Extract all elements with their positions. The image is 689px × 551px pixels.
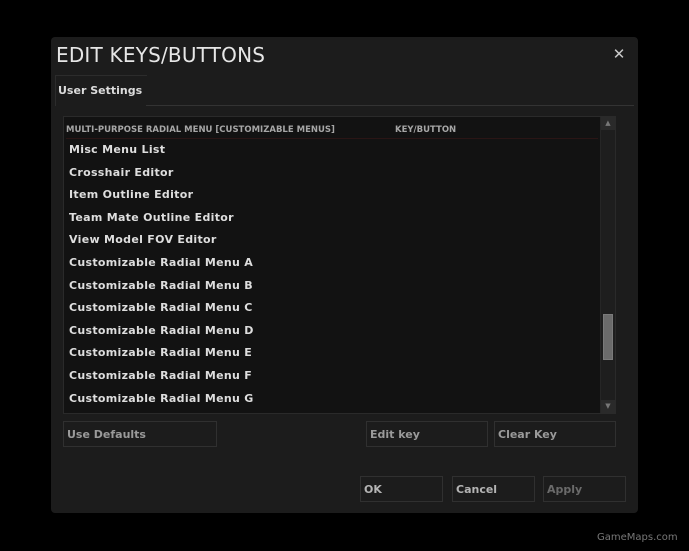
list-item[interactable]: Customizable Radial Menu B [64, 276, 600, 299]
key-binding-list: MULTI-PURPOSE RADIAL MENU [CUSTOMIZABLE … [63, 116, 616, 414]
apply-button[interactable]: Apply [543, 476, 626, 502]
cancel-label: Cancel [456, 483, 498, 496]
list-item-name: Item Outline Editor [69, 188, 194, 202]
edit-key-label: Edit key [370, 428, 420, 441]
list-item[interactable]: Customizable Radial Menu G [64, 389, 600, 412]
list-item-name: Team Mate Outline Editor [69, 210, 234, 224]
list-item[interactable]: Customizable Radial Menu E [64, 343, 600, 366]
list-item-name: Customizable Radial Menu C [69, 301, 253, 315]
list-item[interactable]: Crosshair Editor [64, 163, 600, 186]
cancel-button[interactable]: Cancel [452, 476, 535, 502]
close-icon: ✕ [612, 45, 626, 63]
list-item[interactable]: Customizable Radial Menu F [64, 366, 600, 389]
clear-key-button[interactable]: Clear Key [494, 421, 616, 447]
list-item-name: Customizable Radial Menu E [69, 346, 253, 360]
list-item[interactable]: Misc Menu List [64, 140, 600, 163]
dialog-title: EDIT KEYS/BUTTONS [56, 43, 266, 67]
apply-label: Apply [547, 483, 583, 496]
use-defaults-button[interactable]: Use Defaults [63, 421, 217, 447]
list-header: MULTI-PURPOSE RADIAL MENU [CUSTOMIZABLE … [66, 124, 598, 139]
list-item-name: Crosshair Editor [69, 165, 174, 179]
list-item[interactable]: View Model FOV Editor [64, 230, 600, 253]
watermark: GameMaps.com [597, 532, 678, 543]
list-item-name: Customizable Radial Menu F [69, 368, 253, 382]
use-defaults-label: Use Defaults [67, 428, 146, 441]
list-item[interactable]: Item Outline Editor [64, 185, 600, 208]
scroll-down-button[interactable]: ▼ [601, 400, 615, 413]
list-item-name: Customizable Radial Menu G [69, 391, 254, 405]
scroll-up-arrow-icon: ▲ [605, 119, 611, 127]
list-item-name: View Model FOV Editor [69, 233, 217, 247]
edit-key-button[interactable]: Edit key [366, 421, 488, 447]
column-header-action[interactable]: MULTI-PURPOSE RADIAL MENU [CUSTOMIZABLE … [66, 125, 335, 135]
scroll-down-arrow-icon: ▼ [605, 402, 611, 410]
scroll-up-button[interactable]: ▲ [601, 117, 615, 130]
ok-label: OK [364, 483, 382, 496]
scroll-thumb[interactable] [603, 314, 613, 360]
scrollbar[interactable]: ▲ ▼ [600, 117, 615, 413]
list-item-name: Customizable Radial Menu A [69, 255, 254, 269]
list-item[interactable]: Customizable Radial Menu C [64, 298, 600, 321]
edit-keys-dialog: EDIT KEYS/BUTTONS ✕ User Settings MULTI-… [51, 37, 638, 513]
tab-user-settings[interactable]: User Settings [55, 75, 147, 106]
list-item-name: Customizable Radial Menu B [69, 278, 253, 292]
close-button[interactable]: ✕ [611, 46, 627, 62]
tab-label: User Settings [58, 84, 143, 97]
clear-key-label: Clear Key [498, 428, 557, 441]
ok-button[interactable]: OK [360, 476, 443, 502]
tab-divider [146, 105, 634, 106]
column-header-key[interactable]: KEY/BUTTON [395, 125, 456, 135]
list-item[interactable]: Customizable Radial Menu A [64, 253, 600, 276]
list-item[interactable]: Customizable Radial Menu D [64, 321, 600, 344]
list-item[interactable]: Team Mate Outline Editor [64, 208, 600, 231]
list-item-name: Customizable Radial Menu D [69, 323, 254, 337]
list-item-name: Misc Menu List [69, 143, 166, 156]
list-rows: Misc Menu List Crosshair Editor Item Outli… [64, 140, 600, 411]
